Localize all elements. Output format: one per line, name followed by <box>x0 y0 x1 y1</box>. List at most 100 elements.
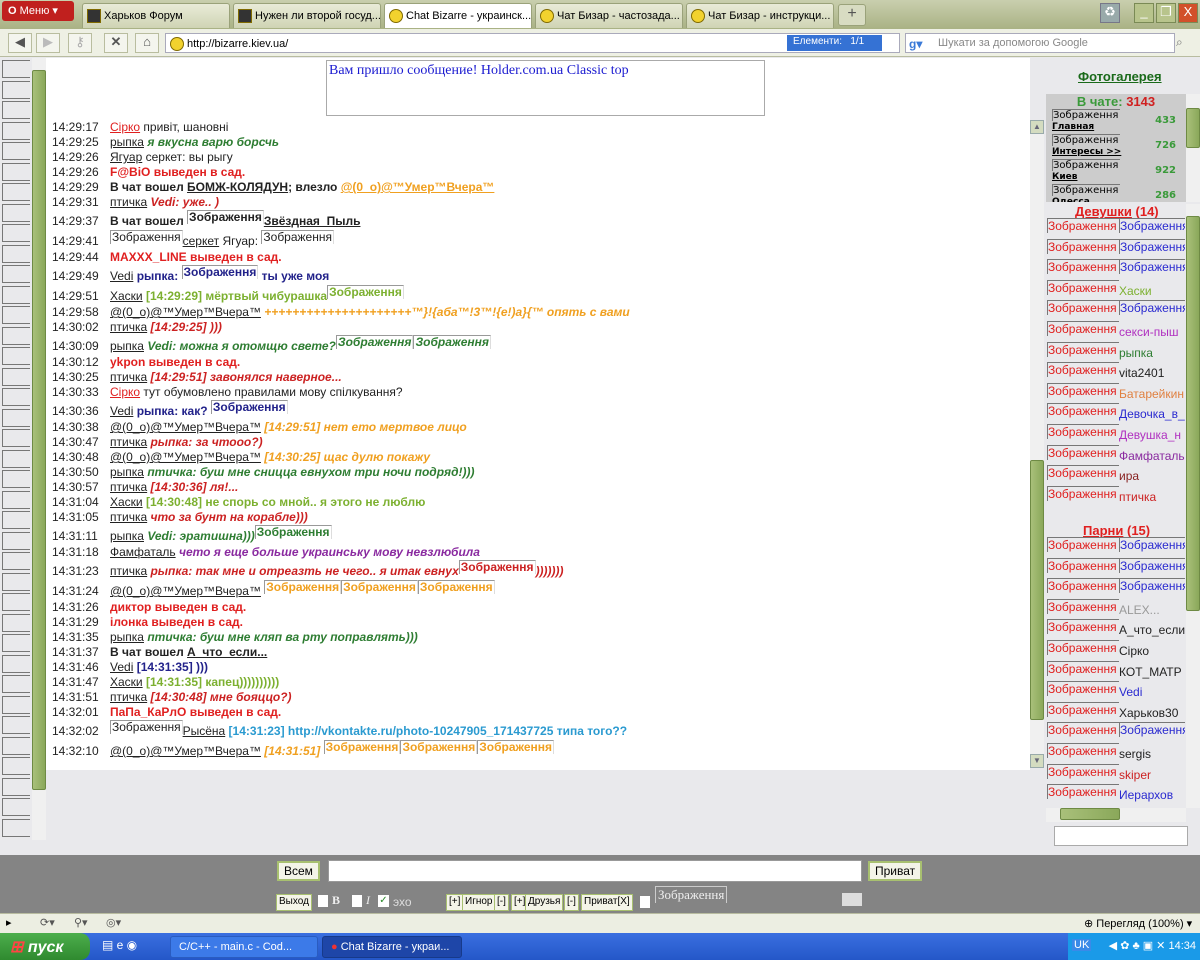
user-nick-image[interactable]: Зображення <box>1119 722 1185 738</box>
private-close-button[interactable]: Приват[X] <box>581 894 633 911</box>
user-nick-image[interactable]: Зображення <box>1119 218 1185 233</box>
user-avatar[interactable]: Зображення <box>1047 300 1119 316</box>
minimize-button[interactable]: _ <box>1134 3 1154 23</box>
user-nick[interactable]: рыпка <box>110 339 144 353</box>
cities-scrollbar[interactable] <box>1186 94 1200 202</box>
user-nick[interactable]: ира <box>1119 469 1139 483</box>
quicklaunch-icons[interactable]: ▤ e ◉ <box>102 938 137 952</box>
user-row[interactable]: Зображення Иерархов <box>1047 784 1185 805</box>
user-row[interactable]: Зображення птичка <box>1047 485 1185 507</box>
user-nick[interactable]: Фамфаталь <box>1119 449 1185 463</box>
user-avatar[interactable]: Зображення <box>1047 701 1119 717</box>
scroll-up-icon[interactable]: ▲ <box>1030 120 1044 134</box>
user-nick[interactable]: птичка <box>110 195 147 209</box>
user-avatar[interactable]: Зображення <box>1047 238 1119 254</box>
user-nick[interactable]: рыпка <box>110 465 144 479</box>
user-avatar[interactable]: Зображення <box>1047 557 1119 573</box>
user-nick-image[interactable]: Зображення <box>1119 300 1185 316</box>
user-avatar[interactable]: Зображення <box>1047 341 1119 357</box>
user-avatar[interactable]: Зображення <box>1047 639 1119 655</box>
send-private-button[interactable]: Приват <box>868 861 923 881</box>
girls-link[interactable]: Девушки <box>1075 204 1132 219</box>
user-nick-image[interactable]: Зображення <box>1119 557 1185 573</box>
user-avatar[interactable]: Зображення <box>1047 578 1119 594</box>
user-row[interactable]: Зображення Зображення <box>1047 218 1185 239</box>
user-avatar[interactable]: Зображення <box>1047 763 1119 779</box>
exit-button[interactable]: Выход <box>276 894 312 911</box>
user-row[interactable]: Зображення Зображення <box>1047 259 1185 280</box>
user-avatar[interactable]: Зображення <box>1047 742 1119 758</box>
user-nick[interactable]: рыпка <box>110 529 144 543</box>
boys-link[interactable]: Парни <box>1083 523 1123 538</box>
italic-checkbox[interactable] <box>352 895 362 907</box>
stop-button[interactable]: ✕ <box>104 33 128 53</box>
city-row[interactable]: Зображення Интересы >> 726 <box>1046 134 1186 159</box>
user-nick[interactable]: КОТ_МАТР <box>1119 665 1182 679</box>
user-nick[interactable]: Батарейкин <box>1119 387 1184 401</box>
user-nick[interactable]: Vedi <box>1119 685 1142 699</box>
user-nick[interactable]: птичка <box>110 510 147 524</box>
user-nick-image[interactable]: Зображення <box>1119 537 1185 552</box>
ignore-add-button[interactable]: [+] <box>446 894 464 911</box>
user-nick[interactable]: vita2401 <box>1119 366 1164 380</box>
trash-icon[interactable]: ♻ <box>1100 3 1120 23</box>
restore-button[interactable]: ❐ <box>1156 3 1176 23</box>
tab-1[interactable]: Нужен ли второй госуд... <box>233 3 381 28</box>
user-row[interactable]: Зображення Сірко <box>1047 639 1185 661</box>
gallery-link[interactable]: Фотогалерея <box>1078 69 1162 84</box>
user-nick[interactable]: птичка <box>110 435 147 449</box>
unite-icon[interactable]: ⚲▾ <box>74 916 88 929</box>
user-nick[interactable]: skiper <box>1119 768 1151 782</box>
user-nick[interactable]: Хаски <box>110 495 143 509</box>
language-indicator[interactable]: UK <box>1072 939 1092 951</box>
user-row[interactable]: Зображення Батарейкин <box>1047 382 1185 404</box>
user-row[interactable]: Зображення рыпка <box>1047 341 1185 363</box>
search-icon[interactable]: ⌕ <box>1176 35 1183 50</box>
user-row[interactable]: Зображення Хаски <box>1047 279 1185 301</box>
user-avatar[interactable]: Зображення <box>1047 259 1119 275</box>
user-nick[interactable]: Рысёна <box>183 724 226 738</box>
user-nick[interactable]: Звёздная_Пыль <box>264 214 361 228</box>
user-nick[interactable]: Сірко <box>1119 644 1149 658</box>
user-nick[interactable]: @(0_o)@™Умер™Вчера™ <box>110 420 261 434</box>
ignore-remove-button[interactable]: [-] <box>494 894 509 911</box>
home-button[interactable]: ⌂ <box>135 33 159 53</box>
user-nick[interactable]: БОМЖ-КОЛЯДУН <box>187 180 288 194</box>
user-nick[interactable]: Хаски <box>110 289 143 303</box>
user-nick[interactable]: секси-пыш <box>1119 325 1179 339</box>
user-nick[interactable]: Девушка_н <box>1119 428 1181 442</box>
user-row[interactable]: Зображення Харьков30 <box>1047 701 1185 723</box>
user-nick[interactable]: рыпка <box>110 135 144 149</box>
search-input[interactable]: Шукати за допомогою Google <box>905 33 1175 53</box>
user-row[interactable]: Зображення Vedi <box>1047 681 1185 702</box>
friends-remove-button[interactable]: [-] <box>564 894 579 911</box>
user-avatar[interactable]: Зображення <box>1047 722 1119 738</box>
user-row[interactable]: Зображення ALEX... <box>1047 598 1185 620</box>
user-row[interactable]: Зображення Девушка_н <box>1047 423 1185 445</box>
left-scrollbar[interactable] <box>32 58 46 840</box>
user-nick-image[interactable]: Зображення <box>1119 259 1185 275</box>
user-nick[interactable]: @(0_o)@™Умер™Вчера™ <box>341 180 495 194</box>
google-icon[interactable]: g▾ <box>909 37 922 51</box>
user-nick[interactable]: рыпка <box>110 630 144 644</box>
user-nick[interactable]: Хаски <box>110 675 143 689</box>
new-tab-button[interactable]: + <box>838 4 866 26</box>
user-nick[interactable]: рыпка <box>1119 346 1153 360</box>
user-avatar[interactable]: Зображення <box>1047 598 1119 614</box>
user-row[interactable]: Зображення Зображення <box>1047 537 1185 558</box>
users-scrollbar[interactable] <box>1186 204 1200 808</box>
tray-icons[interactable]: ◀ ✿ ♣ ▣ ✕ <box>1109 940 1169 952</box>
notice-banner[interactable]: Вам пришло сообщение! Holder.com.ua Clas… <box>326 60 765 116</box>
user-avatar[interactable]: Зображення <box>1047 403 1119 419</box>
user-avatar[interactable]: Зображення <box>1047 537 1119 552</box>
user-avatar[interactable]: Зображення <box>1047 423 1119 439</box>
user-nick[interactable]: @(0_o)@™Умер™Вчера™ <box>110 450 261 464</box>
zoom-control[interactable]: ⊕ Перегляд (100%) ▾ <box>1084 917 1192 930</box>
bold-checkbox[interactable] <box>318 895 328 907</box>
user-row[interactable]: Зображення Девочка_в_ <box>1047 403 1185 424</box>
user-nick[interactable]: птичка <box>110 480 147 494</box>
chat-scrollbar[interactable]: ▲ ▼ <box>1030 120 1044 768</box>
echo-checkbox[interactable]: ✓ <box>378 895 389 907</box>
forward-button[interactable]: ▶ <box>36 33 60 53</box>
user-row[interactable]: Зображення ира <box>1047 465 1185 486</box>
